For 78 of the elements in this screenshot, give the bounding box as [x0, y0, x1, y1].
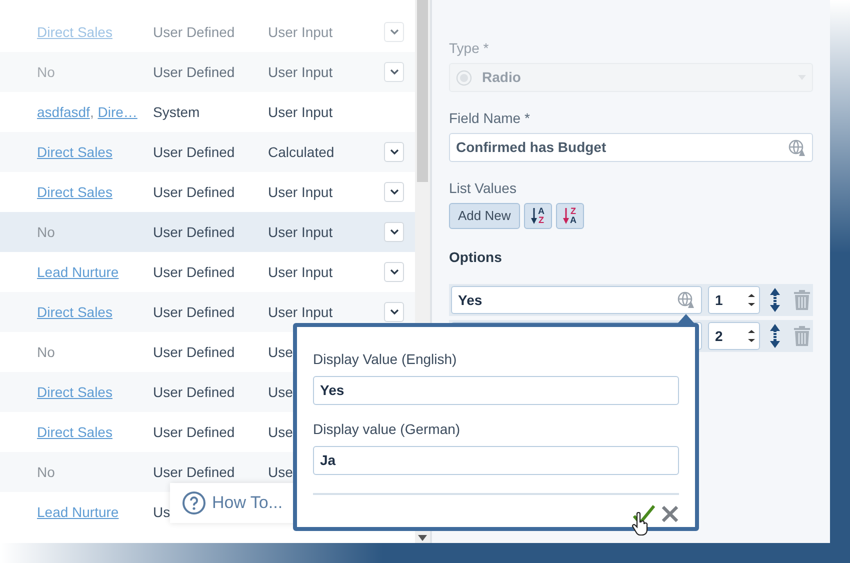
table-row[interactable]: Direct Sales User Defined User Input	[0, 172, 415, 212]
table-cell: Use	[268, 464, 293, 480]
chevron-down-icon	[390, 189, 398, 195]
number-field[interactable]: 1	[708, 286, 760, 314]
field-label: Display Value (English)	[313, 350, 458, 369]
table-cell: User Defined	[153, 464, 235, 480]
add-new-button[interactable]: Add New	[449, 203, 520, 229]
dropdown-button[interactable]	[384, 262, 404, 282]
text-field[interactable]: Confirmed has Budget	[449, 133, 813, 162]
table-cell: User Defined	[153, 384, 235, 400]
table-row[interactable]: No User Defined User Input	[0, 212, 415, 252]
dropdown-button[interactable]	[384, 302, 404, 322]
table-cell: User Defined	[153, 264, 235, 280]
table-cell: Use	[268, 344, 293, 360]
table-cell: User Input	[268, 104, 333, 120]
dropdown-button[interactable]	[384, 222, 404, 242]
table-row[interactable]: Direct Sales User Defined User Input	[0, 292, 415, 332]
help-icon	[182, 491, 206, 515]
table-cell: User Input	[268, 224, 333, 240]
move-icon[interactable]	[770, 288, 780, 312]
table-cell: No	[37, 464, 55, 480]
table-cell: User Defined	[153, 344, 235, 360]
text-field[interactable]: Ja	[313, 446, 679, 475]
table-cell: User Input	[268, 184, 333, 200]
table-cell: User Defined	[153, 304, 235, 320]
table-cell: Use	[268, 384, 293, 400]
globe-icon[interactable]	[677, 291, 695, 309]
table-cell: User Input	[268, 304, 333, 320]
chevron-down-icon	[390, 29, 398, 35]
table-cell: User Defined	[153, 184, 235, 200]
text-field[interactable]: Yes	[313, 376, 679, 405]
field-label: Field Name *	[449, 109, 531, 128]
dropdown-button[interactable]	[384, 142, 404, 162]
table-cell: User Defined	[153, 24, 235, 40]
chevron-down-icon	[390, 229, 398, 235]
dropdown-button[interactable]	[384, 62, 404, 82]
section-title: Options	[449, 248, 503, 267]
table-cell: Use	[268, 424, 293, 440]
move-icon[interactable]	[770, 324, 780, 348]
field-label: List Values	[449, 179, 518, 198]
chevron-down-icon	[390, 149, 398, 155]
chevron-down-icon	[390, 309, 398, 315]
field-label: Type *	[449, 39, 490, 58]
table-cell: User Input	[268, 264, 333, 280]
table-cell: System	[153, 104, 200, 120]
table-row[interactable]: No User Defined User Input	[0, 52, 415, 92]
scrollbar-thumb[interactable]	[417, 0, 428, 182]
text-field[interactable]: Yes	[451, 286, 702, 314]
globe-icon[interactable]	[788, 138, 806, 156]
dropdown-button[interactable]	[384, 182, 404, 202]
table-row[interactable]: Direct Sales User Defined Calculated	[0, 132, 415, 172]
table-cell: User Input	[268, 64, 333, 80]
table-cell: User Defined	[153, 224, 235, 240]
chevron-down-icon	[390, 69, 398, 75]
table-cell: User Defined	[153, 424, 235, 440]
down-arrow-icon	[531, 208, 537, 224]
table-cell: Us	[153, 504, 170, 520]
close-button[interactable]	[661, 505, 679, 525]
sort-ascending-button[interactable]: A Z	[524, 203, 552, 229]
table-cell: Calculated	[268, 144, 334, 160]
table-cell: No	[37, 224, 55, 240]
table-cell: User Defined	[153, 64, 235, 80]
scroll-down-icon[interactable]	[418, 535, 427, 541]
spinner-icon[interactable]	[748, 293, 755, 307]
table-cell: User Defined	[153, 144, 235, 160]
type-select: Radio	[449, 63, 813, 92]
sort-descending-button[interactable]: Z A	[556, 203, 584, 229]
table-cell: No	[37, 64, 55, 80]
separator-text: ,	[90, 104, 94, 120]
spinner-icon[interactable]	[748, 329, 755, 343]
field-label: Display value (German)	[313, 420, 462, 439]
radio-icon	[456, 70, 472, 86]
down-arrow-icon	[563, 208, 569, 224]
table-row[interactable]: Lead Nurture User Defined User Input	[0, 252, 415, 292]
table-cell: No	[37, 344, 55, 360]
chevron-down-icon	[390, 269, 398, 275]
table-cell: User Input	[268, 24, 333, 40]
number-field[interactable]: 2	[708, 322, 760, 350]
